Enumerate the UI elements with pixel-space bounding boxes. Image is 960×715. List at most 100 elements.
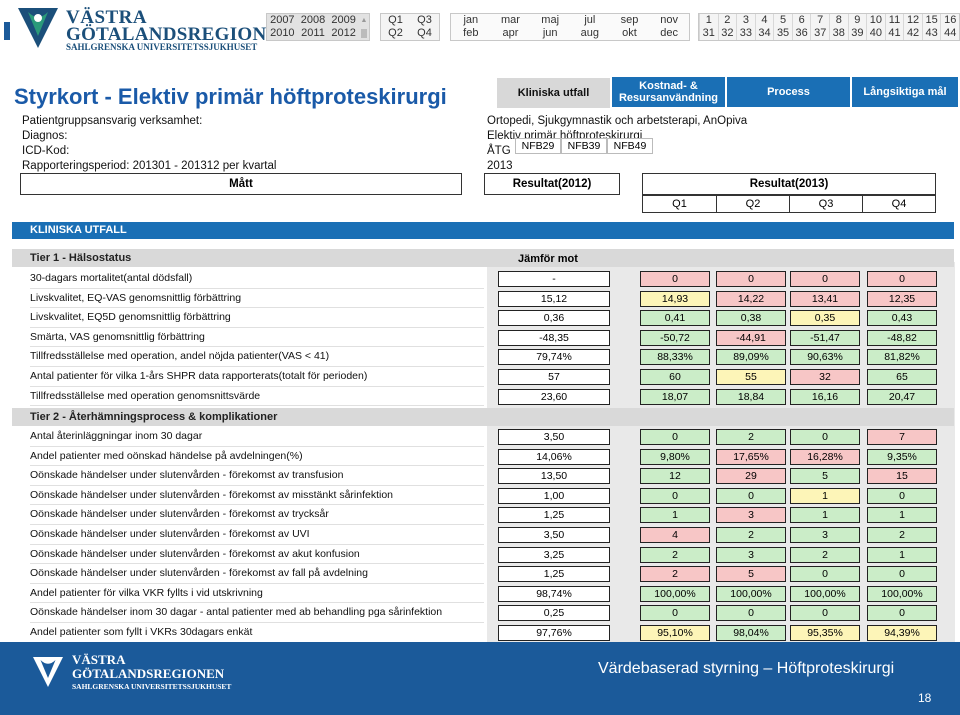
week-option[interactable]: 32 — [717, 27, 737, 40]
result-q1-cell: 4 — [640, 527, 710, 543]
page-title: Styrkort - Elektiv primär höftproteskiru… — [14, 84, 447, 109]
brand-marker — [4, 22, 10, 40]
table-row: Antal patienter för vilka 1-års SHPR dat… — [12, 367, 954, 387]
table-row: 30-dagars mortalitet(antal dödsfall) -0 0 0… — [12, 269, 954, 289]
week-option[interactable]: 37 — [810, 27, 829, 40]
week-option[interactable]: 16 — [940, 14, 959, 27]
week-option[interactable]: 40 — [866, 27, 885, 40]
tab-langsiktiga-mal[interactable]: Långsiktiga mål — [852, 77, 958, 107]
week-option[interactable]: 12 — [903, 14, 922, 27]
tab-process[interactable]: Process — [727, 77, 850, 107]
week-option[interactable]: 10 — [866, 14, 885, 27]
week-option[interactable]: 43 — [921, 27, 941, 40]
week-option[interactable]: 36 — [791, 27, 811, 40]
result-q1-cell: 0 — [640, 487, 710, 504]
metric-label: Oönskade händelser inom 30 dagar - antal… — [30, 606, 443, 619]
result-q3-cell: -51,47 — [790, 329, 860, 346]
week-option[interactable]: 41 — [884, 27, 904, 40]
week-option[interactable]: 6 — [791, 14, 811, 27]
month-option[interactable]: jan — [451, 14, 491, 27]
week-option[interactable]: 44 — [940, 27, 959, 40]
month-option[interactable]: feb — [451, 27, 491, 40]
week-option[interactable]: 11 — [884, 14, 904, 27]
result-2012-cell: 15,12 — [498, 290, 610, 307]
table-row: Oönskade händelser under slutenvården - … — [12, 525, 954, 545]
result-q4-cell: 0 — [867, 487, 937, 504]
tier1-header: Tier 1 - Hälsostatus — [12, 249, 954, 267]
result-q4-cell: 0,43 — [867, 310, 937, 327]
week-option[interactable]: 5 — [773, 14, 792, 27]
week-option[interactable]: 9 — [847, 14, 867, 27]
quarter-option[interactable]: Q4 — [410, 27, 439, 40]
week-option[interactable]: 33 — [736, 27, 755, 40]
week-option[interactable]: 3 — [736, 14, 755, 27]
footer-logo: VÄSTRA GÖTALANDSREGIONEN SAHLGRENSKA UNI… — [30, 650, 280, 700]
week-selector: 1 2 3 4 5 6 7 8 9 10 11 12 15 16 31 32 33 34 35 36 37 38 39 40 4… — [698, 13, 960, 41]
year-option[interactable]: 2011 — [298, 27, 329, 40]
month-option[interactable]: sep — [610, 14, 650, 27]
result-q2-cell: 2 — [716, 429, 786, 445]
metric-label: Livskvalitet, EQ-VAS genomsnittlig förbä… — [30, 291, 242, 304]
week-option[interactable]: 31 — [699, 27, 718, 40]
year-option[interactable]: 2010 — [267, 27, 298, 40]
vgr-emblem-icon — [33, 657, 63, 687]
month-option[interactable]: maj — [530, 14, 570, 27]
meta-value: Ortopedi, Sjukgymnastik och arbetsterapi… — [487, 115, 748, 127]
week-option[interactable]: 35 — [773, 27, 792, 40]
week-option[interactable]: 42 — [903, 27, 922, 40]
quarter-option[interactable]: Q2 — [381, 27, 410, 40]
week-option[interactable]: 34 — [754, 27, 774, 40]
result-q2-cell: -44,91 — [716, 329, 786, 346]
result-2012-cell: 1,00 — [498, 487, 610, 504]
month-option[interactable]: mar — [491, 14, 531, 27]
result-q1-cell: 60 — [640, 369, 710, 385]
procedure-code: NFB39 — [561, 138, 607, 154]
tab-kostnad-resurs[interactable]: Kostnad- & Resursanvändning — [612, 77, 725, 107]
result-q2-cell: 0,38 — [716, 310, 786, 327]
month-option[interactable]: jul — [570, 14, 610, 27]
week-option[interactable]: 1 — [699, 14, 718, 27]
year-selector: 2007 2008 2009 ▲ 2010 2011 2012 — [266, 13, 370, 41]
week-option[interactable]: 15 — [921, 14, 941, 27]
metric-label: Andel patienter som fyllt i VKRs 30dagar… — [30, 626, 253, 638]
year-option[interactable]: 2009 — [328, 14, 359, 27]
result-q1-cell: 9,80% — [640, 448, 710, 465]
metric-label: Antal återinläggningar inom 30 dagar — [30, 430, 203, 442]
week-option[interactable]: 7 — [810, 14, 829, 27]
result-q1-cell: 2 — [640, 566, 710, 583]
week-option[interactable]: 8 — [828, 14, 848, 27]
month-option[interactable]: nov — [649, 14, 689, 27]
result-q1-cell: 95,10% — [640, 625, 710, 641]
result-q2-cell: 100,00% — [716, 585, 786, 602]
month-option[interactable]: jun — [530, 27, 570, 40]
result-q2-cell: 3 — [716, 546, 786, 563]
result-q2-cell: 5 — [716, 566, 786, 583]
year-option[interactable]: 2007 — [267, 14, 298, 27]
scroll-up-icon[interactable]: ▲ — [359, 14, 369, 27]
page-number: 18 — [918, 691, 932, 705]
week-option[interactable]: 4 — [754, 14, 774, 27]
quarter-option[interactable]: Q3 — [410, 14, 439, 27]
result-2012-cell: -48,35 — [498, 329, 610, 346]
year-option[interactable]: 2012 — [328, 27, 359, 40]
month-option[interactable]: dec — [649, 27, 689, 40]
month-option[interactable]: aug — [570, 27, 610, 40]
table-row: Livskvalitet, EQ-VAS genomsnittlig förbä… — [12, 289, 954, 309]
tab-kliniska-utfall[interactable]: Kliniska utfall — [497, 78, 610, 108]
result-q4-cell: 2 — [867, 527, 937, 543]
result-2012-cell: 1,25 — [498, 566, 610, 583]
table-row: Oönskade händelser under slutenvården - … — [12, 486, 954, 506]
result-q4-cell: 1 — [867, 546, 937, 563]
result-2012-cell: 0,36 — [498, 310, 610, 327]
week-option[interactable]: 39 — [847, 27, 867, 40]
week-option[interactable]: 2 — [717, 14, 737, 27]
month-option[interactable]: apr — [491, 27, 531, 40]
scrollbar-thumb[interactable] — [360, 29, 367, 38]
result-q3-cell: 0 — [790, 429, 860, 445]
month-option[interactable]: okt — [610, 27, 650, 40]
quarter-option[interactable]: Q1 — [381, 14, 410, 27]
week-option[interactable]: 38 — [828, 27, 848, 40]
result-2012-cell: 14,06% — [498, 448, 610, 465]
year-option[interactable]: 2008 — [298, 14, 329, 27]
quarter-header: Q1 — [672, 198, 687, 210]
